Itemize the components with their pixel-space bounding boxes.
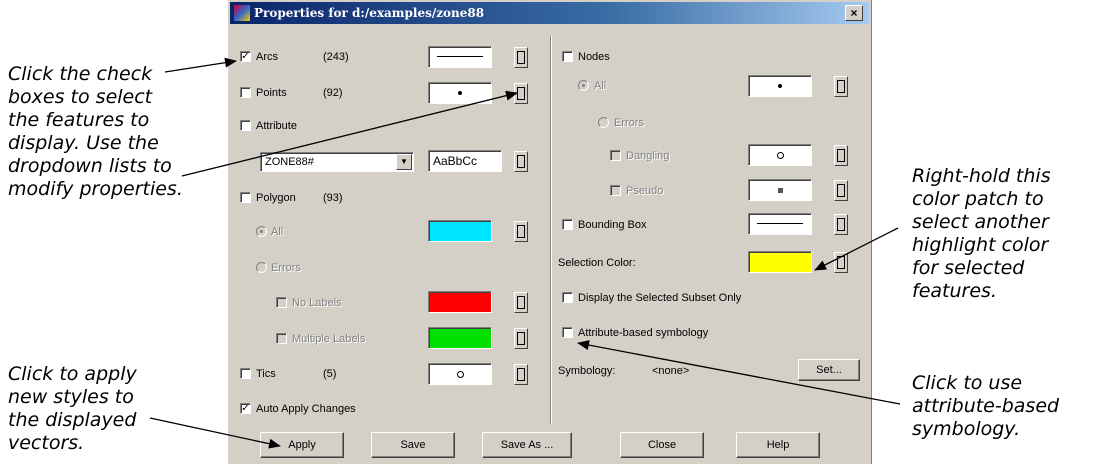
nodes-all-button[interactable] [834,76,848,97]
nodes-errors-label: Errors [614,117,644,129]
polygon-checkbox[interactable] [240,192,251,203]
tics-checkbox[interactable] [240,368,251,379]
save-as-button[interactable]: Save As ... [482,432,572,458]
polygon-all-label: All [271,226,284,238]
bounding-box-checkbox[interactable] [562,219,573,230]
callout-highlight: Right-hold this color patch to select an… [912,165,1051,302]
polygon-label: Polygon [256,192,296,204]
points-label: Points [256,87,287,99]
font-sample-text: AaBbCc [433,154,478,168]
bounding-box-button[interactable] [834,214,848,235]
arcs-line-swatch [428,46,492,68]
auto-apply-checkbox[interactable]: ✓ [240,403,251,414]
app-icon [234,5,250,21]
properties-dialog: Properties for d:/examples/zone88 × ✓ Ar… [227,0,872,464]
attribute-field-dropdown[interactable]: ZONE88# ▼ [260,152,414,172]
points-checkbox[interactable] [240,87,251,98]
tics-swatch [428,363,492,385]
nodes-label: Nodes [578,51,610,63]
close-button[interactable]: Close [620,432,704,458]
nodes-checkbox[interactable] [562,51,573,62]
apply-button[interactable]: Apply [260,432,344,458]
no-labels-checkbox[interactable] [276,297,287,308]
title-bar[interactable]: Properties for d:/examples/zone88 × [230,2,869,24]
multiple-labels-checkbox[interactable] [276,333,287,344]
callout-checkboxes: Click the check boxes to select the feat… [8,63,183,200]
callout-apply: Click to apply new styles to the display… [8,363,137,454]
attribute-checkbox[interactable] [240,120,251,131]
polygon-fill-swatch [428,220,492,242]
display-subset-label: Display the Selected Subset Only [578,292,742,304]
nodes-all-label: All [594,80,607,92]
symbology-set-button[interactable]: Set... [798,359,860,381]
dialog-title: Properties for d:/examples/zone88 [254,6,485,20]
selection-color-patch[interactable] [748,251,812,273]
bounding-box-label: Bounding Box [578,219,647,231]
polygon-count: (93) [323,192,343,204]
selection-color-label: Selection Color: [558,257,636,269]
points-count: (92) [323,87,343,99]
callout-attribute: Click to use attribute-based symbology. [912,372,1060,440]
multiple-labels-label: Multiple Labels [292,333,366,345]
tics-count: (5) [323,368,337,380]
pseudo-checkbox[interactable] [610,185,621,196]
dangling-label: Dangling [626,150,670,162]
dangling-checkbox[interactable] [610,150,621,161]
no-labels-button[interactable] [514,292,528,313]
bounding-box-swatch [748,213,812,235]
column-divider [550,36,552,424]
attribute-field-value: ZONE88# [265,156,314,168]
arcs-checkbox[interactable]: ✓ [240,51,251,62]
symbology-label: Symbology: [558,365,616,377]
arcs-style-button[interactable] [514,47,528,68]
tics-label: Tics [256,368,276,380]
nodes-errors-radio[interactable] [598,117,609,128]
multiple-labels-button[interactable] [514,328,528,349]
help-button[interactable]: Help [736,432,820,458]
polygon-fill-button[interactable] [514,221,528,242]
tics-style-button[interactable] [514,364,528,385]
save-button[interactable]: Save [371,432,455,458]
pseudo-swatch [748,179,812,201]
display-subset-checkbox[interactable] [562,292,573,303]
attribute-symbology-checkbox[interactable] [562,327,573,338]
pseudo-label: Pseudo [626,185,664,197]
selection-color-button[interactable] [834,252,848,273]
no-labels-swatch [428,291,492,313]
no-labels-label: No Labels [292,297,342,309]
polygon-errors-label: Errors [271,262,301,274]
font-sample-swatch: AaBbCc [428,150,502,172]
points-style-button[interactable] [514,83,528,104]
attribute-symbology-label: Attribute-based symbology [578,327,709,339]
points-swatch [428,82,492,104]
polygon-all-radio[interactable] [256,226,267,237]
dangling-button[interactable] [834,145,848,166]
nodes-all-radio[interactable] [578,80,589,91]
symbology-value: <none> [652,365,690,377]
font-style-button[interactable] [514,151,528,172]
pseudo-button[interactable] [834,180,848,201]
polygon-errors-radio[interactable] [256,262,267,273]
arcs-count: (243) [323,51,349,63]
nodes-all-swatch [748,75,812,97]
attribute-label: Attribute [256,120,297,132]
auto-apply-label: Auto Apply Changes [256,403,356,415]
arcs-label: Arcs [256,51,278,63]
chevron-down-icon[interactable]: ▼ [396,154,412,170]
close-icon[interactable]: × [845,5,863,21]
dangling-swatch [748,144,812,166]
multiple-labels-swatch [428,327,492,349]
